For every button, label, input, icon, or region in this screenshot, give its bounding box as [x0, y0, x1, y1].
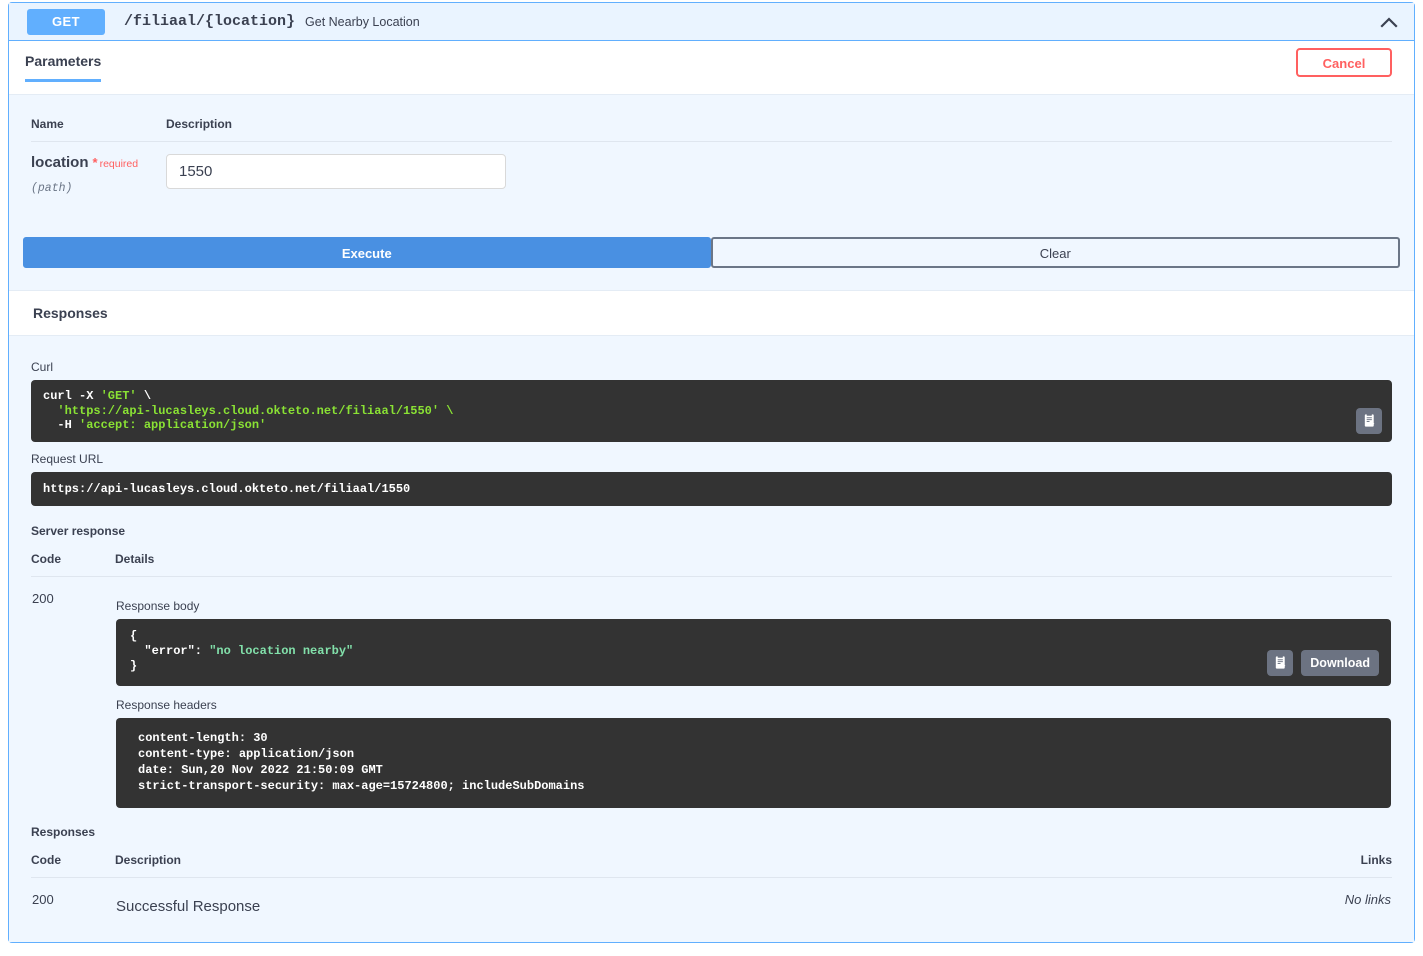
cancel-button[interactable]: Cancel: [1296, 48, 1392, 77]
server-response-code-cell: 200: [31, 576, 115, 809]
responses-row-description: Successful Response: [116, 897, 261, 915]
parameter-name-cell: location * required (path): [31, 142, 166, 195]
operation-block-get-filiaal: GET /filiaal/{location} Get Nearby Locat…: [8, 2, 1415, 943]
response-body-block: { "error": "no location nearby" } Downlo…: [116, 618, 1391, 686]
curl-line3-prefix: -H: [43, 418, 80, 432]
copy-icon[interactable]: [1267, 649, 1294, 676]
curl-command-block: curl -X 'GET' \ 'https://api-lucasleys.c…: [31, 380, 1392, 442]
curl-label: Curl: [31, 360, 54, 374]
responses-row-code: 200: [32, 891, 54, 907]
server-response-header-details: Details: [115, 537, 1392, 577]
responses-section-body: Curl curl -X 'GET' \ 'https://api-lucasl…: [9, 336, 1414, 942]
tab-row: Parameters Cancel: [9, 41, 1414, 95]
response-body-json: { "error": "no location nearby" }: [130, 629, 1377, 674]
operation-body: Parameters Cancel Name Description locat…: [9, 41, 1414, 942]
chevron-up-icon[interactable]: [1378, 11, 1400, 33]
operation-summary-bar[interactable]: GET /filiaal/{location} Get Nearby Locat…: [9, 3, 1414, 41]
download-button[interactable]: Download: [1301, 649, 1379, 676]
location-input[interactable]: [166, 154, 506, 189]
server-response-details-cell: Response body { "error": "no location ne…: [115, 576, 1392, 809]
parameters-table: Name Description location * required (path…: [31, 95, 1392, 195]
parameters-header-name: Name: [31, 95, 166, 142]
bottom-padding: [31, 916, 1392, 942]
responses-header-description: Description: [115, 838, 1076, 878]
parameters-header-description: Description: [166, 95, 1392, 142]
parameters-section: Name Description location * required (path…: [9, 95, 1414, 195]
curl-line1-method: 'GET': [100, 389, 137, 403]
responses-table-title: Responses: [31, 824, 96, 839]
operation-summary-description: Get Nearby Location: [305, 14, 420, 29]
server-response-label: Server response: [31, 523, 126, 538]
request-url-value: https://api-lucasleys.cloud.okteto.net/f…: [31, 471, 1392, 506]
response-headers-label: Response headers: [116, 697, 217, 712]
responses-table: Code Description Links 200 Successful Re…: [31, 838, 1392, 916]
server-response-code: 200: [32, 590, 54, 606]
tab-parameters[interactable]: Parameters: [25, 53, 102, 82]
curl-line1-command: curl -X: [43, 389, 101, 403]
server-response-header-code: Code: [31, 537, 115, 577]
responses-header-row: Code Description Links: [31, 838, 1392, 878]
responses-header-code: Code: [31, 838, 115, 878]
responses-row-code-cell: 200: [31, 877, 115, 916]
required-star: *: [92, 155, 98, 170]
parameters-header-row: Name Description: [31, 95, 1392, 142]
parameter-location-type: (path): [31, 182, 73, 195]
curl-line2-url: 'https://api-lucasleys.cloud.okteto.net/…: [43, 403, 454, 418]
parameter-input-cell: [166, 142, 1392, 196]
responses-row-links: No links: [1344, 891, 1391, 907]
required-label: required: [99, 158, 139, 170]
server-response-table: Code Details 200 Response body {"error"…: [31, 537, 1392, 809]
table-row: location * required (path): [31, 142, 1392, 196]
response-body-brace-close: }: [130, 658, 138, 673]
request-url-label: Request URL: [31, 451, 104, 466]
table-row: 200 Successful Response No links: [31, 877, 1392, 916]
response-body-actions: Download: [1267, 649, 1379, 676]
curl-line1-tail: \: [136, 389, 152, 403]
http-method-badge: GET: [27, 8, 105, 35]
swagger-ui-page: GET /filiaal/{location} Get Nearby Locat…: [0, 0, 1423, 956]
table-row: 200 Response body { "error": "no locatio…: [31, 576, 1392, 809]
copy-icon[interactable]: [1356, 407, 1382, 434]
responses-row-links-cell: No links: [1075, 877, 1392, 916]
operation-path: /filiaal/{location}: [124, 13, 296, 30]
execute-clear-row: Execute Clear: [9, 195, 1414, 290]
response-headers-block: content-length: 30 content-type: applica…: [116, 717, 1391, 808]
responses-section-title: Responses: [9, 290, 1414, 336]
response-body-key: "error":: [130, 643, 210, 658]
curl-line3-header: 'accept: application/json': [79, 418, 267, 432]
execute-button[interactable]: Execute: [23, 237, 711, 268]
response-body-value: "no location nearby": [209, 643, 354, 658]
parameter-name-text: location: [31, 154, 89, 171]
responses-row-description-cell: Successful Response: [115, 877, 1075, 916]
response-body-brace-open: {: [130, 628, 138, 643]
clear-button[interactable]: Clear: [710, 237, 1400, 268]
responses-header-links: Links: [1075, 838, 1392, 878]
response-body-label: Response body: [116, 598, 200, 613]
server-response-header-row: Code Details: [31, 537, 1392, 577]
parameter-name: location * required: [31, 154, 166, 173]
